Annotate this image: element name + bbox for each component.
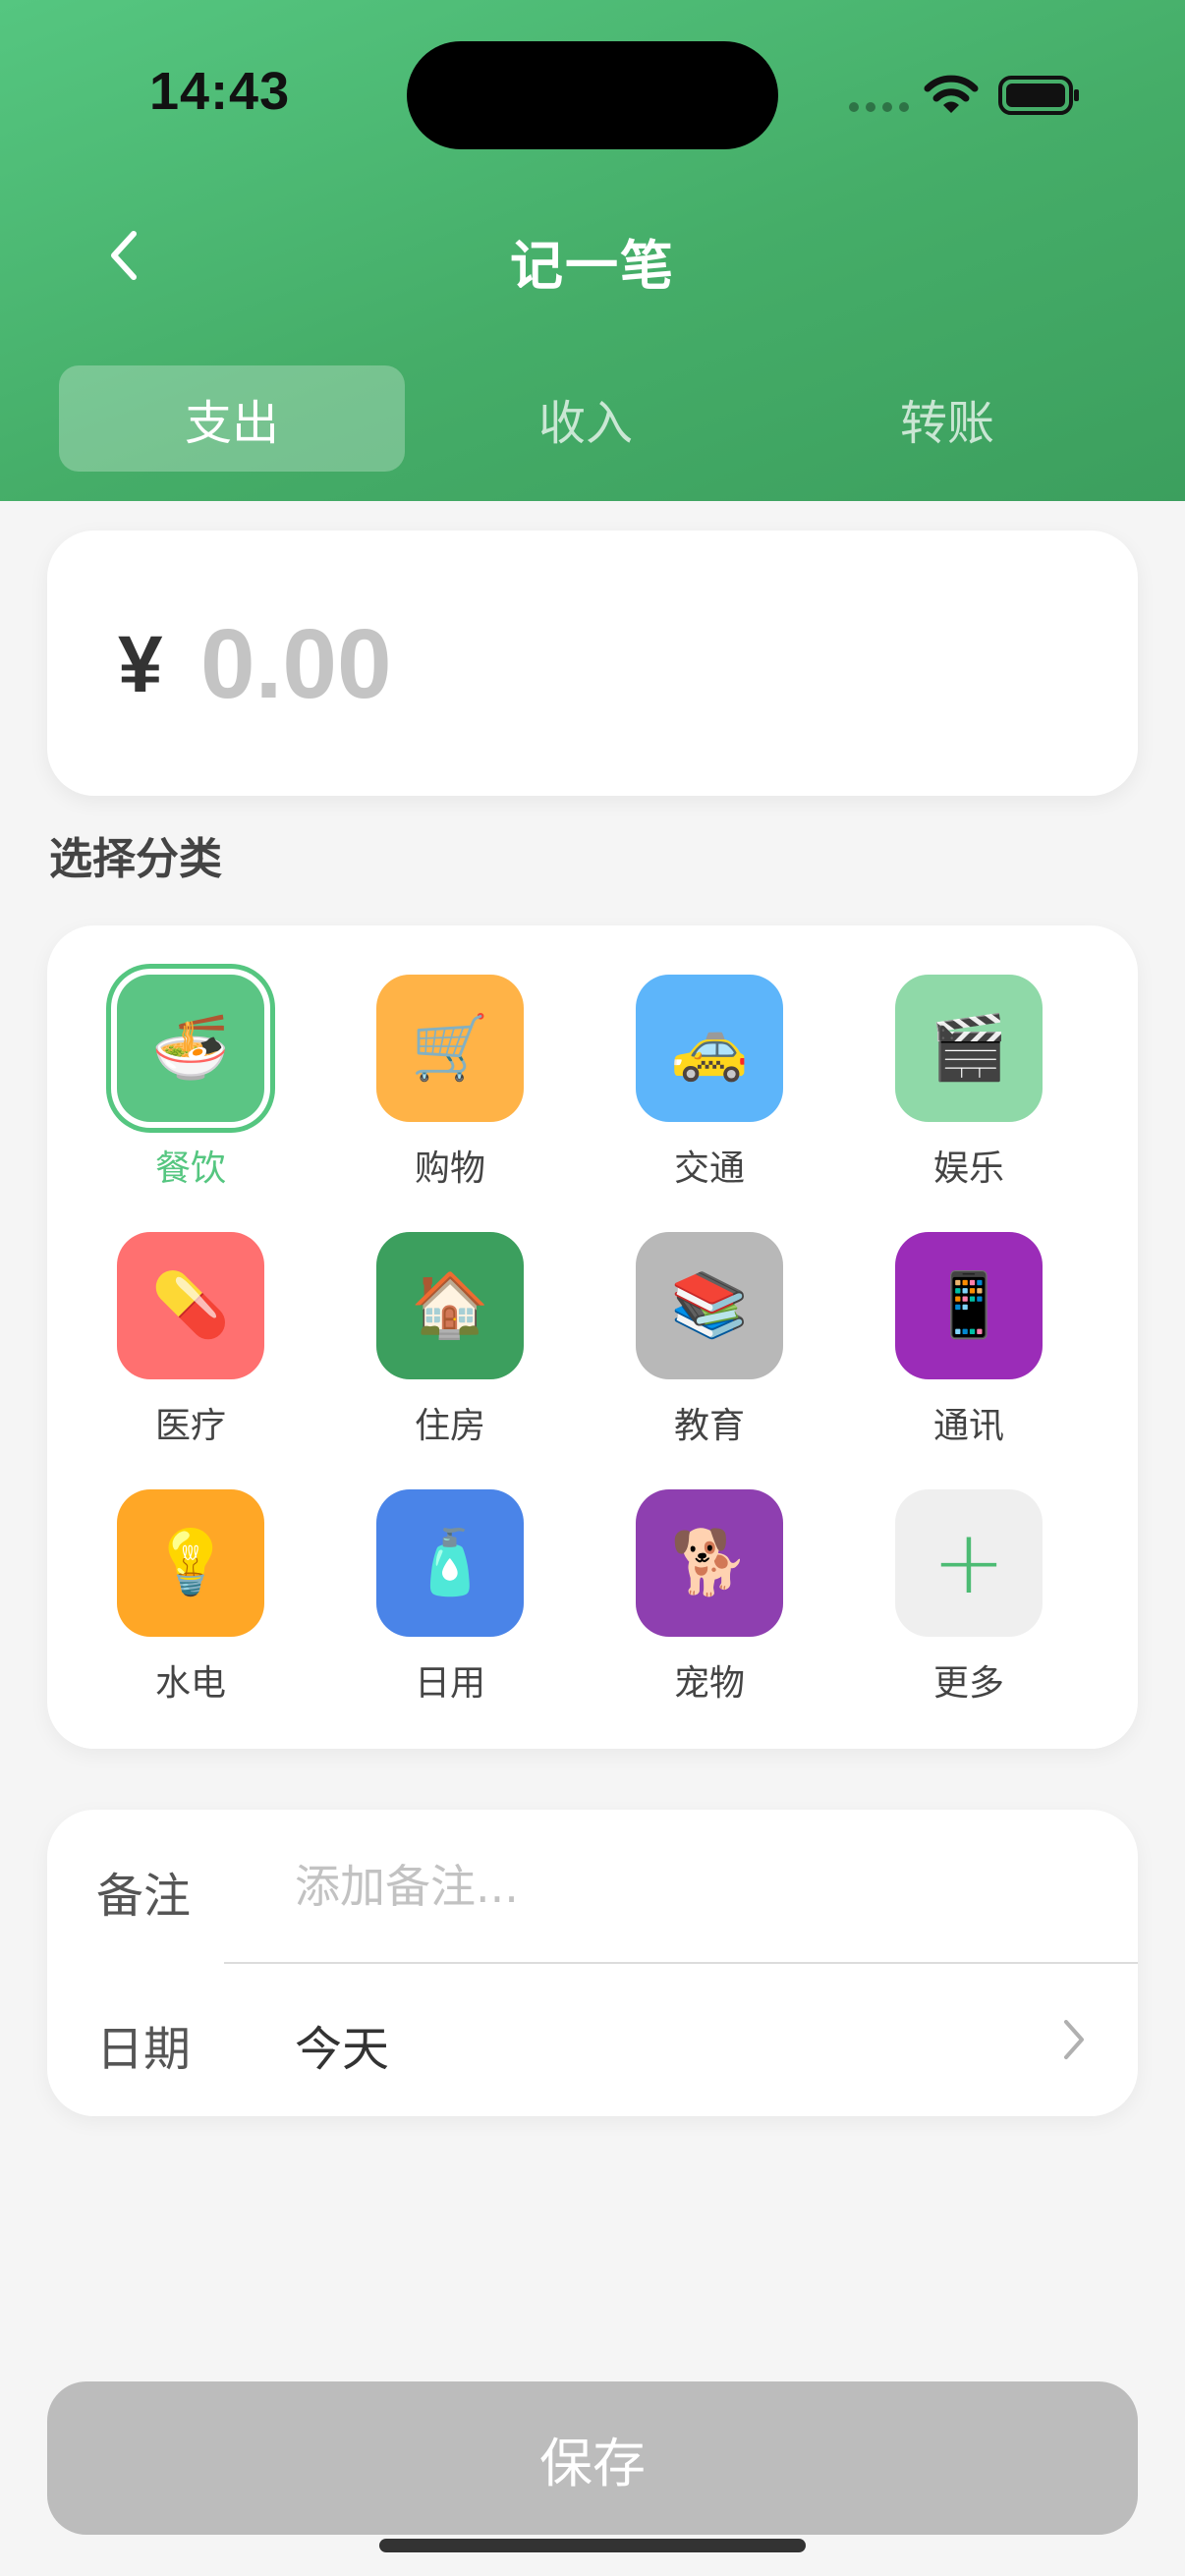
plus-icon: +: [895, 1489, 1043, 1637]
books-icon: 📚: [636, 1232, 783, 1379]
dog-glyph: 🐕: [670, 1527, 749, 1599]
noodle-bowl-icon: 🍜: [117, 975, 264, 1122]
category-label: 日用: [414, 1663, 485, 1704]
category-label: 更多: [932, 1663, 1004, 1704]
amount-card: ¥: [47, 531, 1138, 796]
light-bulb-glyph: 💡: [151, 1527, 230, 1599]
clapperboard-glyph: 🎬: [930, 1012, 1008, 1085]
type-tabs: 支出 收入 转账: [59, 365, 1128, 472]
taxi-icon: 🚕: [636, 975, 783, 1122]
dynamic-island: [407, 41, 778, 149]
noodle-bowl-glyph: 🍜: [151, 1012, 230, 1085]
battery-icon: [998, 76, 1079, 115]
lotion-bottle-glyph: 🧴: [411, 1527, 489, 1599]
taxi-glyph: 🚕: [670, 1012, 749, 1085]
save-button[interactable]: 保存: [47, 2381, 1138, 2535]
category-item[interactable]: 🎬 娱乐: [825, 925, 1061, 1189]
pill-icon: 💊: [117, 1232, 264, 1379]
category-grid: 🍜 餐饮 🛒 购物 🚕 交通 🎬 娱乐 💊 医疗 🏠 住房 📚 教育 📱 通讯 💡 水电 🧴 日用 🐕 宠物 + 更多: [47, 925, 1138, 1749]
status-time: 14:43: [149, 62, 291, 121]
category-item[interactable]: 💡 水电: [47, 1440, 283, 1704]
tab-income[interactable]: 收入: [405, 365, 766, 472]
shopping-cart-icon: 🛒: [376, 975, 524, 1122]
category-item[interactable]: 🛒 购物: [307, 925, 542, 1189]
amount-input[interactable]: [200, 595, 1045, 733]
category-label: 水电: [154, 1663, 226, 1704]
category-section-label: 选择分类: [49, 834, 222, 884]
mobile-phone-glyph: 📱: [930, 1269, 1008, 1342]
house-glyph: 🏠: [411, 1269, 489, 1342]
plus-glyph: +: [931, 1511, 1006, 1614]
date-label: 日期: [96, 2022, 192, 2077]
tab-expense[interactable]: 支出: [59, 365, 405, 472]
category-item[interactable]: 💊 医疗: [47, 1183, 283, 1446]
category-item[interactable]: 🏠 住房: [307, 1183, 542, 1446]
lotion-bottle-icon: 🧴: [376, 1489, 524, 1637]
date-value: 今天: [295, 2022, 390, 2077]
category-item[interactable]: 🐕 宠物: [566, 1440, 802, 1704]
house-icon: 🏠: [376, 1232, 524, 1379]
light-bulb-icon: 💡: [117, 1489, 264, 1637]
category-item[interactable]: 📱 通讯: [825, 1183, 1061, 1446]
books-glyph: 📚: [670, 1269, 749, 1342]
chevron-right-icon: [1064, 2020, 1084, 2059]
details-form: 备注 日期 今天: [47, 1810, 1138, 2116]
tab-transfer[interactable]: 转账: [766, 365, 1128, 472]
pill-glyph: 💊: [151, 1269, 230, 1342]
category-item[interactable]: 🚕 交通: [566, 925, 802, 1189]
shopping-cart-glyph: 🛒: [411, 1012, 489, 1085]
clapperboard-icon: 🎬: [895, 975, 1043, 1122]
category-item[interactable]: + 更多: [825, 1440, 1061, 1704]
header: 14:43 记一笔 支出 收入 转账: [0, 0, 1185, 501]
date-row[interactable]: 日期 今天: [47, 1963, 1138, 2116]
add-record-screen: 14:43 记一笔 支出 收入 转账 ¥ 选择分类: [0, 0, 1185, 2576]
mobile-phone-icon: 📱: [895, 1232, 1043, 1379]
dog-icon: 🐕: [636, 1489, 783, 1637]
page-title: 记一笔: [510, 235, 675, 297]
cellular-signal-icon: [849, 102, 909, 112]
category-item[interactable]: 🍜 餐饮: [47, 925, 283, 1189]
category-item[interactable]: 🧴 日用: [307, 1440, 542, 1704]
category-label: 宠物: [673, 1663, 745, 1704]
category-item[interactable]: 📚 教育: [566, 1183, 802, 1446]
note-row: 备注: [47, 1810, 1138, 1963]
home-indicator: [379, 2539, 806, 2552]
note-label: 备注: [96, 1869, 192, 1924]
note-input[interactable]: [295, 1845, 1081, 1928]
currency-symbol: ¥: [118, 620, 163, 709]
wifi-icon: [924, 75, 979, 113]
